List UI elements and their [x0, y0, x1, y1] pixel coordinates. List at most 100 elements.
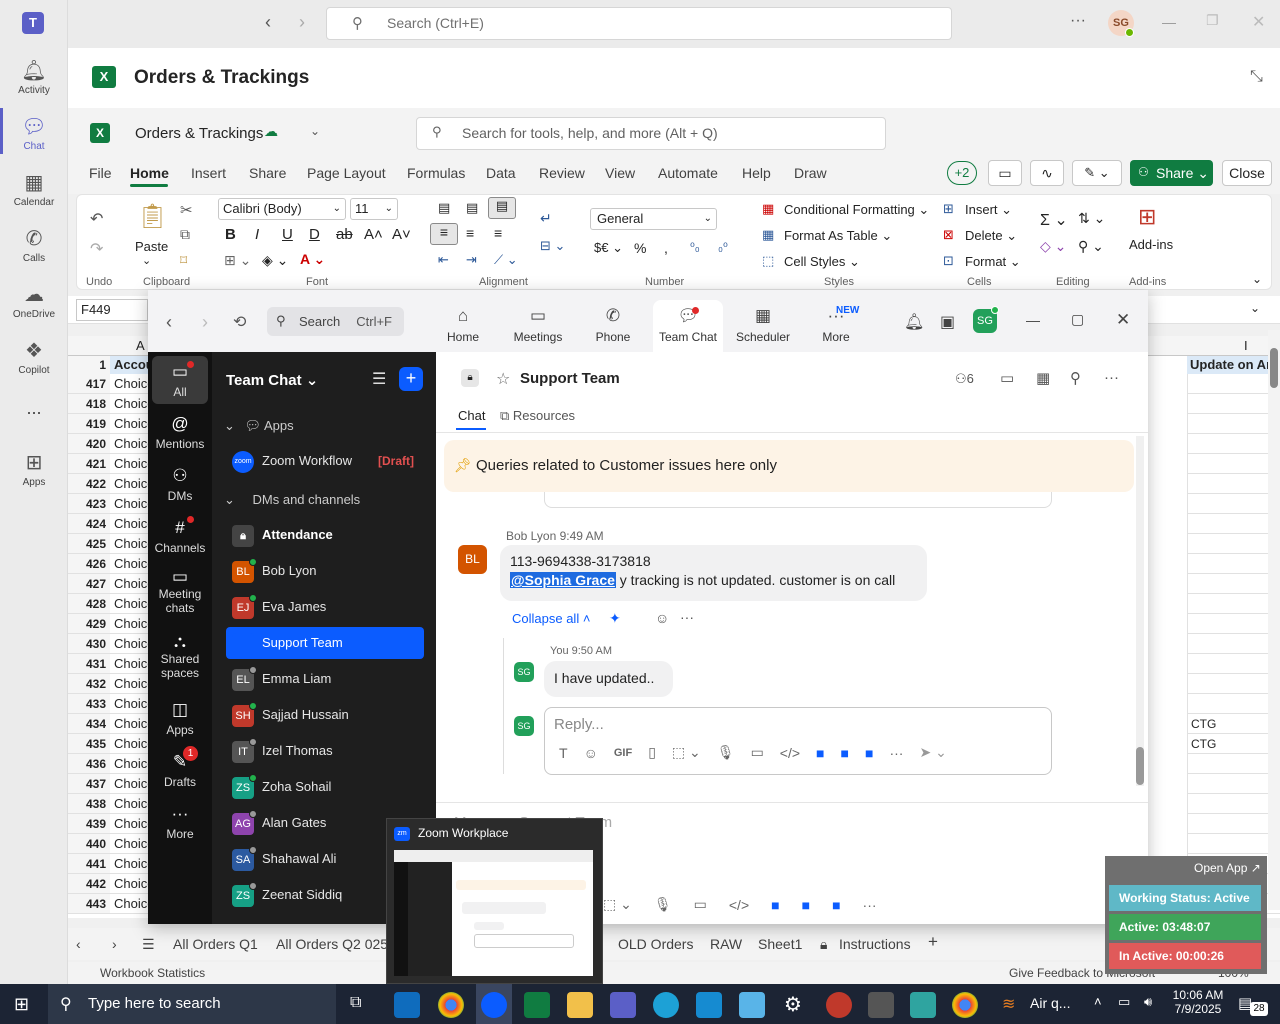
history-icon[interactable]: ⟲ — [233, 312, 246, 332]
whiteboard-icon[interactable]: ▣ — [940, 312, 955, 332]
align-bottom-icon[interactable]: ▤ — [488, 197, 516, 219]
microphone-icon[interactable]: 🎙︎ — [717, 744, 735, 761]
table-cell[interactable] — [1187, 774, 1280, 794]
table-cell[interactable]: Choice — [110, 434, 152, 454]
row-header[interactable]: 419 — [68, 414, 110, 434]
teams-icon[interactable] — [610, 992, 636, 1018]
maximize-icon[interactable]: ▢ — [1071, 311, 1084, 328]
table-cell[interactable] — [1187, 414, 1280, 434]
zoom-nav-home[interactable]: ⌂ Home — [428, 306, 498, 344]
screenshot-icon[interactable]: ⬚ ⌄ — [603, 896, 632, 913]
table-cell[interactable]: Choice — [110, 474, 152, 494]
edge-icon[interactable] — [653, 992, 679, 1018]
table-cell[interactable] — [1187, 834, 1280, 854]
comments-icon[interactable]: ▭ — [988, 160, 1022, 186]
table-cell[interactable]: Choice — [110, 774, 152, 794]
tab-formulas[interactable]: Formulas — [407, 165, 465, 181]
rail-apps[interactable]: ⊞ Apps — [0, 450, 68, 488]
editing-mode-button[interactable]: ✎ ⌄ — [1072, 160, 1122, 186]
row-header[interactable]: 426 — [68, 554, 110, 574]
row-header[interactable]: 429 — [68, 614, 110, 634]
chrome-icon[interactable] — [952, 992, 978, 1018]
message-bubble[interactable]: I have updated.. — [544, 661, 673, 697]
wrap-text-icon[interactable]: ↵ — [540, 210, 552, 227]
scrollbar-thumb[interactable] — [1136, 747, 1144, 785]
rail-calendar[interactable]: ▦ Calendar — [0, 170, 68, 208]
collapse-icon[interactable]: ⤡ — [1250, 68, 1263, 86]
sheet-tab[interactable]: All Orders Q2 025 — [276, 936, 388, 952]
tray-chevron-icon[interactable]: ˄ — [1094, 994, 1102, 1009]
clear-icon[interactable]: ◇ ⌄ — [1040, 238, 1066, 255]
rail-calls[interactable]: ✆ Calls — [0, 226, 68, 264]
row-header[interactable]: 438 — [68, 794, 110, 814]
percent-icon[interactable]: % — [634, 240, 646, 256]
sheet-tab[interactable]: RAW — [710, 936, 742, 952]
tab-automate[interactable]: Automate — [658, 165, 718, 181]
sheet-tab[interactable]: OLD Orders — [618, 936, 693, 952]
back-arrow-icon[interactable]: ‹ — [265, 12, 271, 33]
currency-icon[interactable]: $€ ⌄ — [594, 240, 623, 256]
left-meeting-chats[interactable]: ▭ Meeting chats — [148, 568, 212, 615]
align-top-icon[interactable]: ▤ — [438, 200, 450, 216]
microphone-icon[interactable]: 🎙︎ — [654, 896, 672, 913]
chevron-down-icon[interactable]: ⌄ — [142, 254, 151, 267]
collaborators-badge[interactable]: +2 — [947, 161, 977, 185]
avatar[interactable]: BL — [458, 545, 487, 574]
table-cell[interactable]: Choice — [110, 374, 152, 394]
table-cell[interactable] — [1187, 534, 1280, 554]
tab-share[interactable]: Share — [249, 165, 286, 181]
row-header[interactable]: 432 — [68, 674, 110, 694]
file-explorer-icon[interactable] — [567, 992, 593, 1018]
left-channels[interactable]: # Channels — [148, 518, 212, 555]
avatar[interactable]: SG — [514, 662, 534, 682]
table-cell[interactable] — [1187, 694, 1280, 714]
table-cell[interactable]: Choice — [110, 394, 152, 414]
column-header-i[interactable]: I — [1244, 338, 1248, 353]
left-drafts[interactable]: ✎ Drafts — [148, 752, 212, 789]
table-cell[interactable] — [1187, 474, 1280, 494]
row-header[interactable]: 422 — [68, 474, 110, 494]
tab-view[interactable]: View — [605, 165, 635, 181]
more-options-icon[interactable]: ··· — [863, 897, 877, 913]
sheet-tab[interactable]: Sheet1 — [758, 936, 802, 952]
row-header[interactable]: 420 — [68, 434, 110, 454]
tab-chat[interactable]: Chat — [458, 408, 485, 423]
table-cell[interactable]: Choice — [110, 494, 152, 514]
table-cell[interactable]: Choice — [110, 574, 152, 594]
left-shared-spaces[interactable]: ⛬ Shared spaces — [148, 633, 212, 680]
close-button[interactable]: Close — [1222, 160, 1272, 186]
table-cell[interactable]: Choice — [110, 454, 152, 474]
table-cell[interactable]: Choice — [110, 854, 152, 874]
gif-icon[interactable]: GIF — [614, 747, 632, 759]
search-icon[interactable]: ⚲ — [1070, 369, 1081, 387]
format-as-table-button[interactable]: Format As Table ⌄ — [784, 228, 892, 244]
tab-help[interactable]: Help — [742, 165, 771, 181]
member-count[interactable]: ⚇6 — [955, 371, 974, 387]
outlook-icon[interactable] — [394, 992, 420, 1018]
orientation-icon[interactable]: ⟋ ⌄ — [494, 252, 518, 268]
table-cell[interactable]: Choice — [110, 554, 152, 574]
video-message-icon[interactable]: ▭ — [751, 744, 764, 761]
row-header[interactable]: 427 — [68, 574, 110, 594]
app-icon[interactable]: ■ — [832, 897, 840, 913]
borders-icon[interactable]: ⊞ ⌄ — [224, 252, 251, 269]
table-cell[interactable]: Choice — [110, 694, 152, 714]
calendar-icon[interactable]: ▦ — [1036, 369, 1050, 387]
notification-bell-icon[interactable]: 🔔︎ — [904, 312, 924, 332]
column-header-a[interactable]: A — [136, 338, 145, 353]
comma-icon[interactable]: , — [664, 240, 668, 256]
row-header[interactable]: 428 — [68, 594, 110, 614]
chevron-down-icon[interactable]: ⌄ — [310, 124, 320, 138]
rail-copilot[interactable]: ❖ Copilot — [0, 338, 68, 376]
left-mentions[interactable]: @ Mentions — [148, 414, 212, 451]
row-header[interactable]: 440 — [68, 834, 110, 854]
filter-icon[interactable]: ☰ — [372, 369, 386, 389]
table-cell[interactable]: CTG — [1187, 734, 1280, 754]
app-icon[interactable] — [868, 992, 894, 1018]
left-more[interactable]: ··· More — [148, 804, 212, 841]
list-item[interactable]: BL Bob Lyon — [226, 555, 424, 587]
tab-draw[interactable]: Draw — [794, 165, 827, 181]
addins-button[interactable]: Add-ins — [1129, 237, 1173, 252]
more-options-icon[interactable]: ··· — [1104, 369, 1119, 386]
align-right-icon[interactable]: ≡ — [494, 225, 502, 241]
